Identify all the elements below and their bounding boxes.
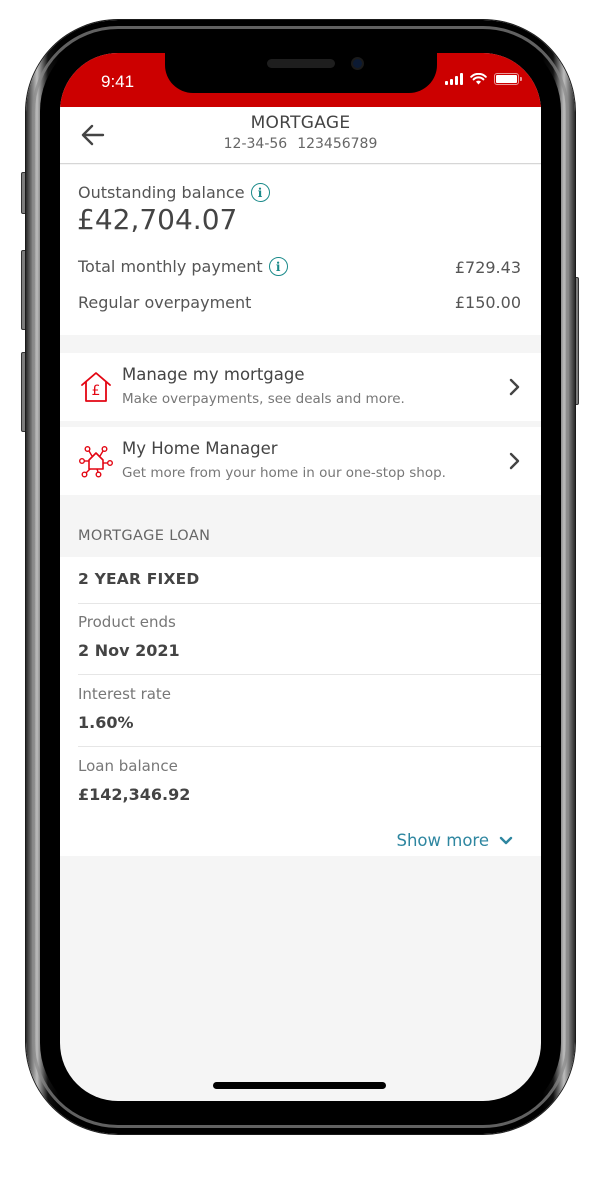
home-indicator[interactable] xyxy=(213,1082,386,1089)
show-more-label: Show more xyxy=(396,831,489,850)
info-icon[interactable]: i xyxy=(250,183,270,202)
outstanding-balance-label: Outstanding balance xyxy=(78,183,245,202)
interest-rate-label: Interest rate xyxy=(78,685,172,703)
chevron-down-icon xyxy=(499,836,513,844)
status-icons xyxy=(445,73,522,85)
status-time: 9:41 xyxy=(101,72,135,91)
loan-details: 2 YEAR FIXED Product ends 2 Nov 2021 Int… xyxy=(60,557,541,856)
loan-product: 2 YEAR FIXED xyxy=(78,570,200,588)
phone-screen: 9:41 MORTGAGE 12-34-56 123456789 Outstan… xyxy=(60,53,541,1101)
show-more-button[interactable]: Show more xyxy=(396,831,513,850)
loan-balance-label: Loan balance xyxy=(78,757,178,775)
section-header: MORTGAGE LOAN xyxy=(60,495,541,557)
outstanding-balance-label-row: Outstanding balance i xyxy=(78,183,270,202)
card-title: My Home Manager xyxy=(122,439,278,458)
chevron-right-icon xyxy=(509,452,520,470)
account-details: 12-34-56 123456789 xyxy=(60,136,541,152)
info-icon[interactable]: i xyxy=(268,257,288,276)
app-header: MORTGAGE 12-34-56 123456789 xyxy=(60,107,541,164)
divider xyxy=(78,603,541,604)
loan-balance-value: £142,346.92 xyxy=(78,785,191,804)
sort-code: 12-34-56 xyxy=(223,136,288,152)
overpayment-label: Regular overpayment xyxy=(78,293,252,312)
notch xyxy=(165,53,437,93)
speaker-grille xyxy=(267,59,335,68)
wifi-icon xyxy=(470,73,487,85)
product-ends-label: Product ends xyxy=(78,613,176,631)
card-subtitle: Get more from your home in our one-stop … xyxy=(122,465,446,481)
signal-icon xyxy=(445,73,463,85)
account-number: 123456789 xyxy=(297,136,378,152)
section-heading: MORTGAGE LOAN xyxy=(78,528,211,544)
status-bar: 9:41 xyxy=(60,53,541,107)
battery-icon xyxy=(494,73,522,85)
interest-rate-value: 1.60% xyxy=(78,713,134,732)
connected-home-icon xyxy=(79,446,113,478)
manage-mortgage-item[interactable]: £ Manage my mortgage Make overpayments, … xyxy=(60,353,541,421)
monthly-payment-label-row: Total monthly payment i xyxy=(78,257,288,276)
chevron-right-icon xyxy=(509,378,520,396)
svg-text:£: £ xyxy=(92,383,101,399)
home-manager-item[interactable]: My Home Manager Get more from your home … xyxy=(60,427,541,495)
card-title: Manage my mortgage xyxy=(122,365,305,384)
page-title: MORTGAGE xyxy=(250,113,351,133)
house-pound-icon: £ xyxy=(81,372,111,402)
front-camera xyxy=(351,57,364,70)
overpayment-value: £150.00 xyxy=(454,293,521,312)
card-subtitle: Make overpayments, see deals and more. xyxy=(122,391,405,407)
product-ends-value: 2 Nov 2021 xyxy=(78,641,180,660)
balance-summary: Outstanding balance i £42,704.07 Total m… xyxy=(60,165,541,335)
divider xyxy=(78,674,541,675)
monthly-payment-label: Total monthly payment xyxy=(78,257,263,276)
monthly-payment-value: £729.43 xyxy=(454,258,521,277)
overpayment-label-row: Regular overpayment xyxy=(78,293,251,312)
divider xyxy=(78,746,541,747)
outstanding-balance-value: £42,704.07 xyxy=(77,203,238,236)
